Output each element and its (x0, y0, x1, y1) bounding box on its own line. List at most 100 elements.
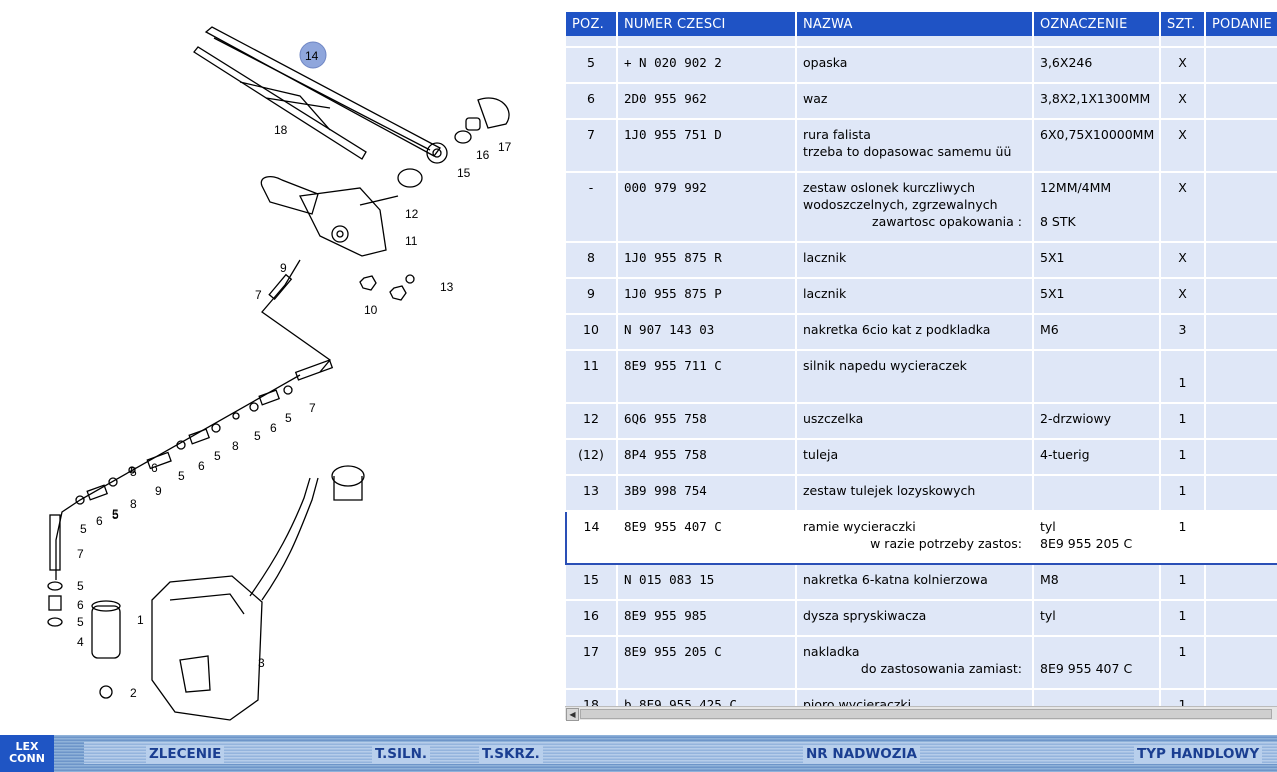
part-number-value: 1J0 955 875 P (624, 286, 722, 301)
callout-17[interactable]: 17 (498, 140, 512, 154)
cell-szt-line: X (1178, 250, 1187, 265)
scrollbar-thumb[interactable] (580, 709, 1272, 719)
callout-7[interactable]: 7 (255, 288, 262, 302)
cell-oznaczenie: 2-drzwiowy (1033, 403, 1161, 440)
typ-handlowy-button[interactable]: TYP HANDLOWY (1134, 745, 1263, 763)
cell-oznaczenie: 5X1 (1033, 278, 1161, 315)
col-header-oznaczenie[interactable]: OZNACZENIE (1033, 12, 1161, 36)
callout-6b[interactable]: 6 (198, 459, 205, 473)
table-row[interactable]: (12) 8P4 955 758 tuleja 4-tuerig 1 (566, 439, 1277, 476)
table-row[interactable]: 18 b 8E9 955 425 C pioro wycieraczki 1 (566, 689, 1277, 706)
cell-part-number: 8E9 955 205 C (617, 636, 797, 690)
cell-szt: 1 (1160, 600, 1206, 637)
table-row[interactable]: 15 N 015 083 15 nakretka 6-katna kolnierz… (566, 564, 1277, 601)
callout-5e[interactable]: 5 (130, 465, 137, 479)
callout-16[interactable]: 16 (476, 148, 490, 162)
callout-10[interactable]: 10 (364, 303, 378, 317)
table-row[interactable]: 13 3B9 998 754 zestaw tulejek lozyskowych… (566, 475, 1277, 512)
col-header-poz[interactable]: POZ. (566, 12, 618, 36)
callout-12[interactable]: 12 (405, 207, 419, 221)
part-number-value: 1J0 955 751 D (624, 127, 722, 142)
callout-9b[interactable]: 9 (155, 484, 162, 498)
callout-14[interactable]: 14 (305, 49, 319, 63)
cell-nazwa-line: nakretka 6cio kat z podkladka (803, 322, 991, 337)
table-row[interactable]: 17 8E9 955 205 C nakladka do zastosowania … (566, 636, 1277, 690)
callout-7b[interactable]: 7 (309, 401, 316, 415)
cell-part-number: 8E9 955 985 (617, 600, 797, 637)
callout-13[interactable]: 13 (440, 280, 454, 294)
callout-8a[interactable]: 8 (232, 439, 239, 453)
cell-nazwa-line: w razie potrzeby zastos: (870, 536, 1022, 551)
nr-nadwozia-button[interactable]: NR NADWOZIA (803, 745, 920, 763)
table-row[interactable]: 7 1J0 955 751 D rura falista trzeba to dop… (566, 119, 1277, 173)
cell-nazwa-line: zestaw oslonek kurczliwych (803, 180, 976, 195)
cell-nazwa: lacznik (796, 278, 1034, 315)
cell-oznaczenie-line: 3,8X2,1X1300MM (1040, 91, 1151, 106)
cell-nazwa: tuleja (796, 439, 1034, 476)
cell-szt: X (1160, 172, 1206, 243)
t-skrz-button[interactable]: T.SKRZ. (479, 745, 543, 763)
poz-value: 14 (583, 519, 600, 534)
callout-5h[interactable]: 5 (112, 508, 119, 522)
callout-4[interactable]: 4 (77, 635, 84, 649)
callout-6d[interactable]: 6 (96, 514, 103, 528)
callout-5i[interactable]: 5 (77, 579, 84, 593)
callout-6a[interactable]: 6 (270, 421, 277, 435)
callout-6c[interactable]: 6 (151, 461, 158, 475)
callout-1[interactable]: 1 (137, 613, 144, 627)
cell-szt-line (1167, 358, 1198, 375)
poz-value: 6 (587, 91, 595, 106)
cell-szt: 1 (1160, 475, 1206, 512)
table-row[interactable]: 6 2D0 955 962 waz 3,8X2,1X1300MM X (566, 83, 1277, 120)
cell-nazwa: waz (796, 83, 1034, 120)
callout-18[interactable]: 18 (274, 123, 288, 137)
col-header-podanie[interactable]: PODANIE (1205, 12, 1277, 36)
callout-2[interactable]: 2 (130, 686, 137, 700)
cell-szt: 1 (1160, 403, 1206, 440)
callout-5d[interactable]: 5 (178, 469, 185, 483)
table-row[interactable]: - 000 979 992 zestaw oslonek kurczliwych w… (566, 172, 1277, 243)
cell-oznaczenie-line (1040, 644, 1153, 661)
table-row[interactable]: 16 8E9 955 985 dysza spryskiwacza tyl 1 (566, 600, 1277, 637)
zlecenie-button[interactable]: ZLECENIE (146, 745, 225, 763)
cell-part-number: 1J0 955 875 P (617, 278, 797, 315)
table-row[interactable]: 9 1J0 955 875 P lacznik 5X1 X (566, 278, 1277, 315)
cell-oznaczenie-line: M6 (1040, 322, 1059, 337)
table-row[interactable]: 8 1J0 955 875 R lacznik 5X1 X (566, 242, 1277, 279)
callout-9[interactable]: 9 (280, 261, 287, 275)
table-row[interactable]: 11 8E9 955 711 C silnik napedu wycieracze… (566, 350, 1277, 404)
cell-szt: 1 (1160, 439, 1206, 476)
cell-nazwa: ramie wycieraczki w razie potrzeby zastos… (796, 510, 1034, 565)
callout-5a[interactable]: 5 (285, 411, 292, 425)
cell-oznaczenie: 12MM/4MM 8 STK (1033, 172, 1161, 243)
horizontal-scrollbar[interactable]: ◀ (565, 706, 1277, 721)
callout-7c[interactable]: 7 (77, 547, 84, 561)
callout-5c[interactable]: 5 (214, 449, 221, 463)
cell-nazwa-line: wodoszczelnych, zgrzewalnych (803, 197, 998, 212)
callout-5j[interactable]: 5 (77, 615, 84, 629)
callout-5g[interactable]: 5 (80, 522, 87, 536)
cell-szt: 3 (1160, 314, 1206, 351)
callout-5b[interactable]: 5 (254, 429, 261, 443)
t-siln-button[interactable]: T.SILN. (372, 745, 431, 763)
table-row[interactable]: 10 N 907 143 03 nakretka 6cio kat z podkl… (566, 314, 1277, 351)
callout-15[interactable]: 15 (457, 166, 471, 180)
col-header-numer[interactable]: NUMER CZESCI (617, 12, 797, 36)
table-row[interactable]: 5 + N 020 902 2 opaska 3,6X246 X (566, 47, 1277, 84)
callout-8b[interactable]: 8 (130, 497, 137, 511)
cell-poz: 9 (566, 278, 618, 315)
callout-11[interactable]: 11 (405, 234, 418, 248)
parts-diagram: 14 18 17 16 15 12 11 9 7 10 13 7 5 6 5 8… (47, 26, 512, 721)
cell-oznaczenie: 3,6X246 (1033, 47, 1161, 84)
col-header-szt[interactable]: SZT. (1160, 12, 1206, 36)
col-header-nazwa[interactable]: NAZWA (796, 12, 1034, 36)
callout-6e[interactable]: 6 (77, 598, 84, 612)
scroll-left-arrow-icon[interactable]: ◀ (566, 708, 579, 721)
callout-3[interactable]: 3 (258, 656, 265, 670)
table-row[interactable]: 12 6Q6 955 758 uszczelka 2-drzwiowy 1 (566, 403, 1277, 440)
cell-nazwa-line: trzeba to dopasowac samemu üü (803, 144, 1012, 159)
cell-nazwa: nakladka do zastosowania zamiast: (796, 636, 1034, 690)
cell-szt-line: X (1178, 91, 1187, 106)
table-row[interactable]: 14 8E9 955 407 C ramie wycieraczki w razie… (565, 510, 1277, 565)
lexcom-logo: LEX CONN (0, 735, 54, 772)
